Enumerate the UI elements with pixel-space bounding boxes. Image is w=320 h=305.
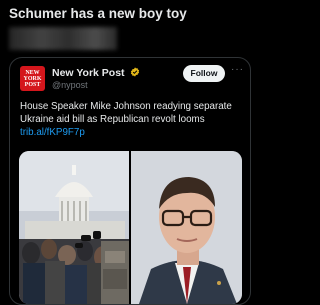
quoted-body-text: House Speaker Mike Johnson readying sepa… [20,101,232,125]
post-text: Schumer has a new boy toy [9,6,187,21]
article-image[interactable] [19,151,242,304]
capitol-statue [72,165,76,175]
logo-line-3: POST [24,81,41,88]
new-york-post-logo[interactable]: NEW YORK POST [20,66,45,91]
verified-badge-icon [131,67,140,77]
redacted-text [9,27,117,50]
collage-divider [129,151,131,304]
author-name[interactable]: New York Post [52,67,125,79]
article-photo-collage [19,151,242,304]
follow-button[interactable]: Follow [183,65,225,82]
capitol-wing [25,221,125,241]
author-name-row[interactable]: New York Post [52,67,140,79]
article-link[interactable]: trib.al/fKP9F7p [20,127,85,138]
quoted-tweet-card[interactable]: NEW YORK POST New York Post @nypost Foll… [9,57,251,305]
author-handle[interactable]: @nypost [52,80,88,90]
more-icon[interactable]: ··· [231,64,244,75]
lapel-pin [217,281,221,285]
